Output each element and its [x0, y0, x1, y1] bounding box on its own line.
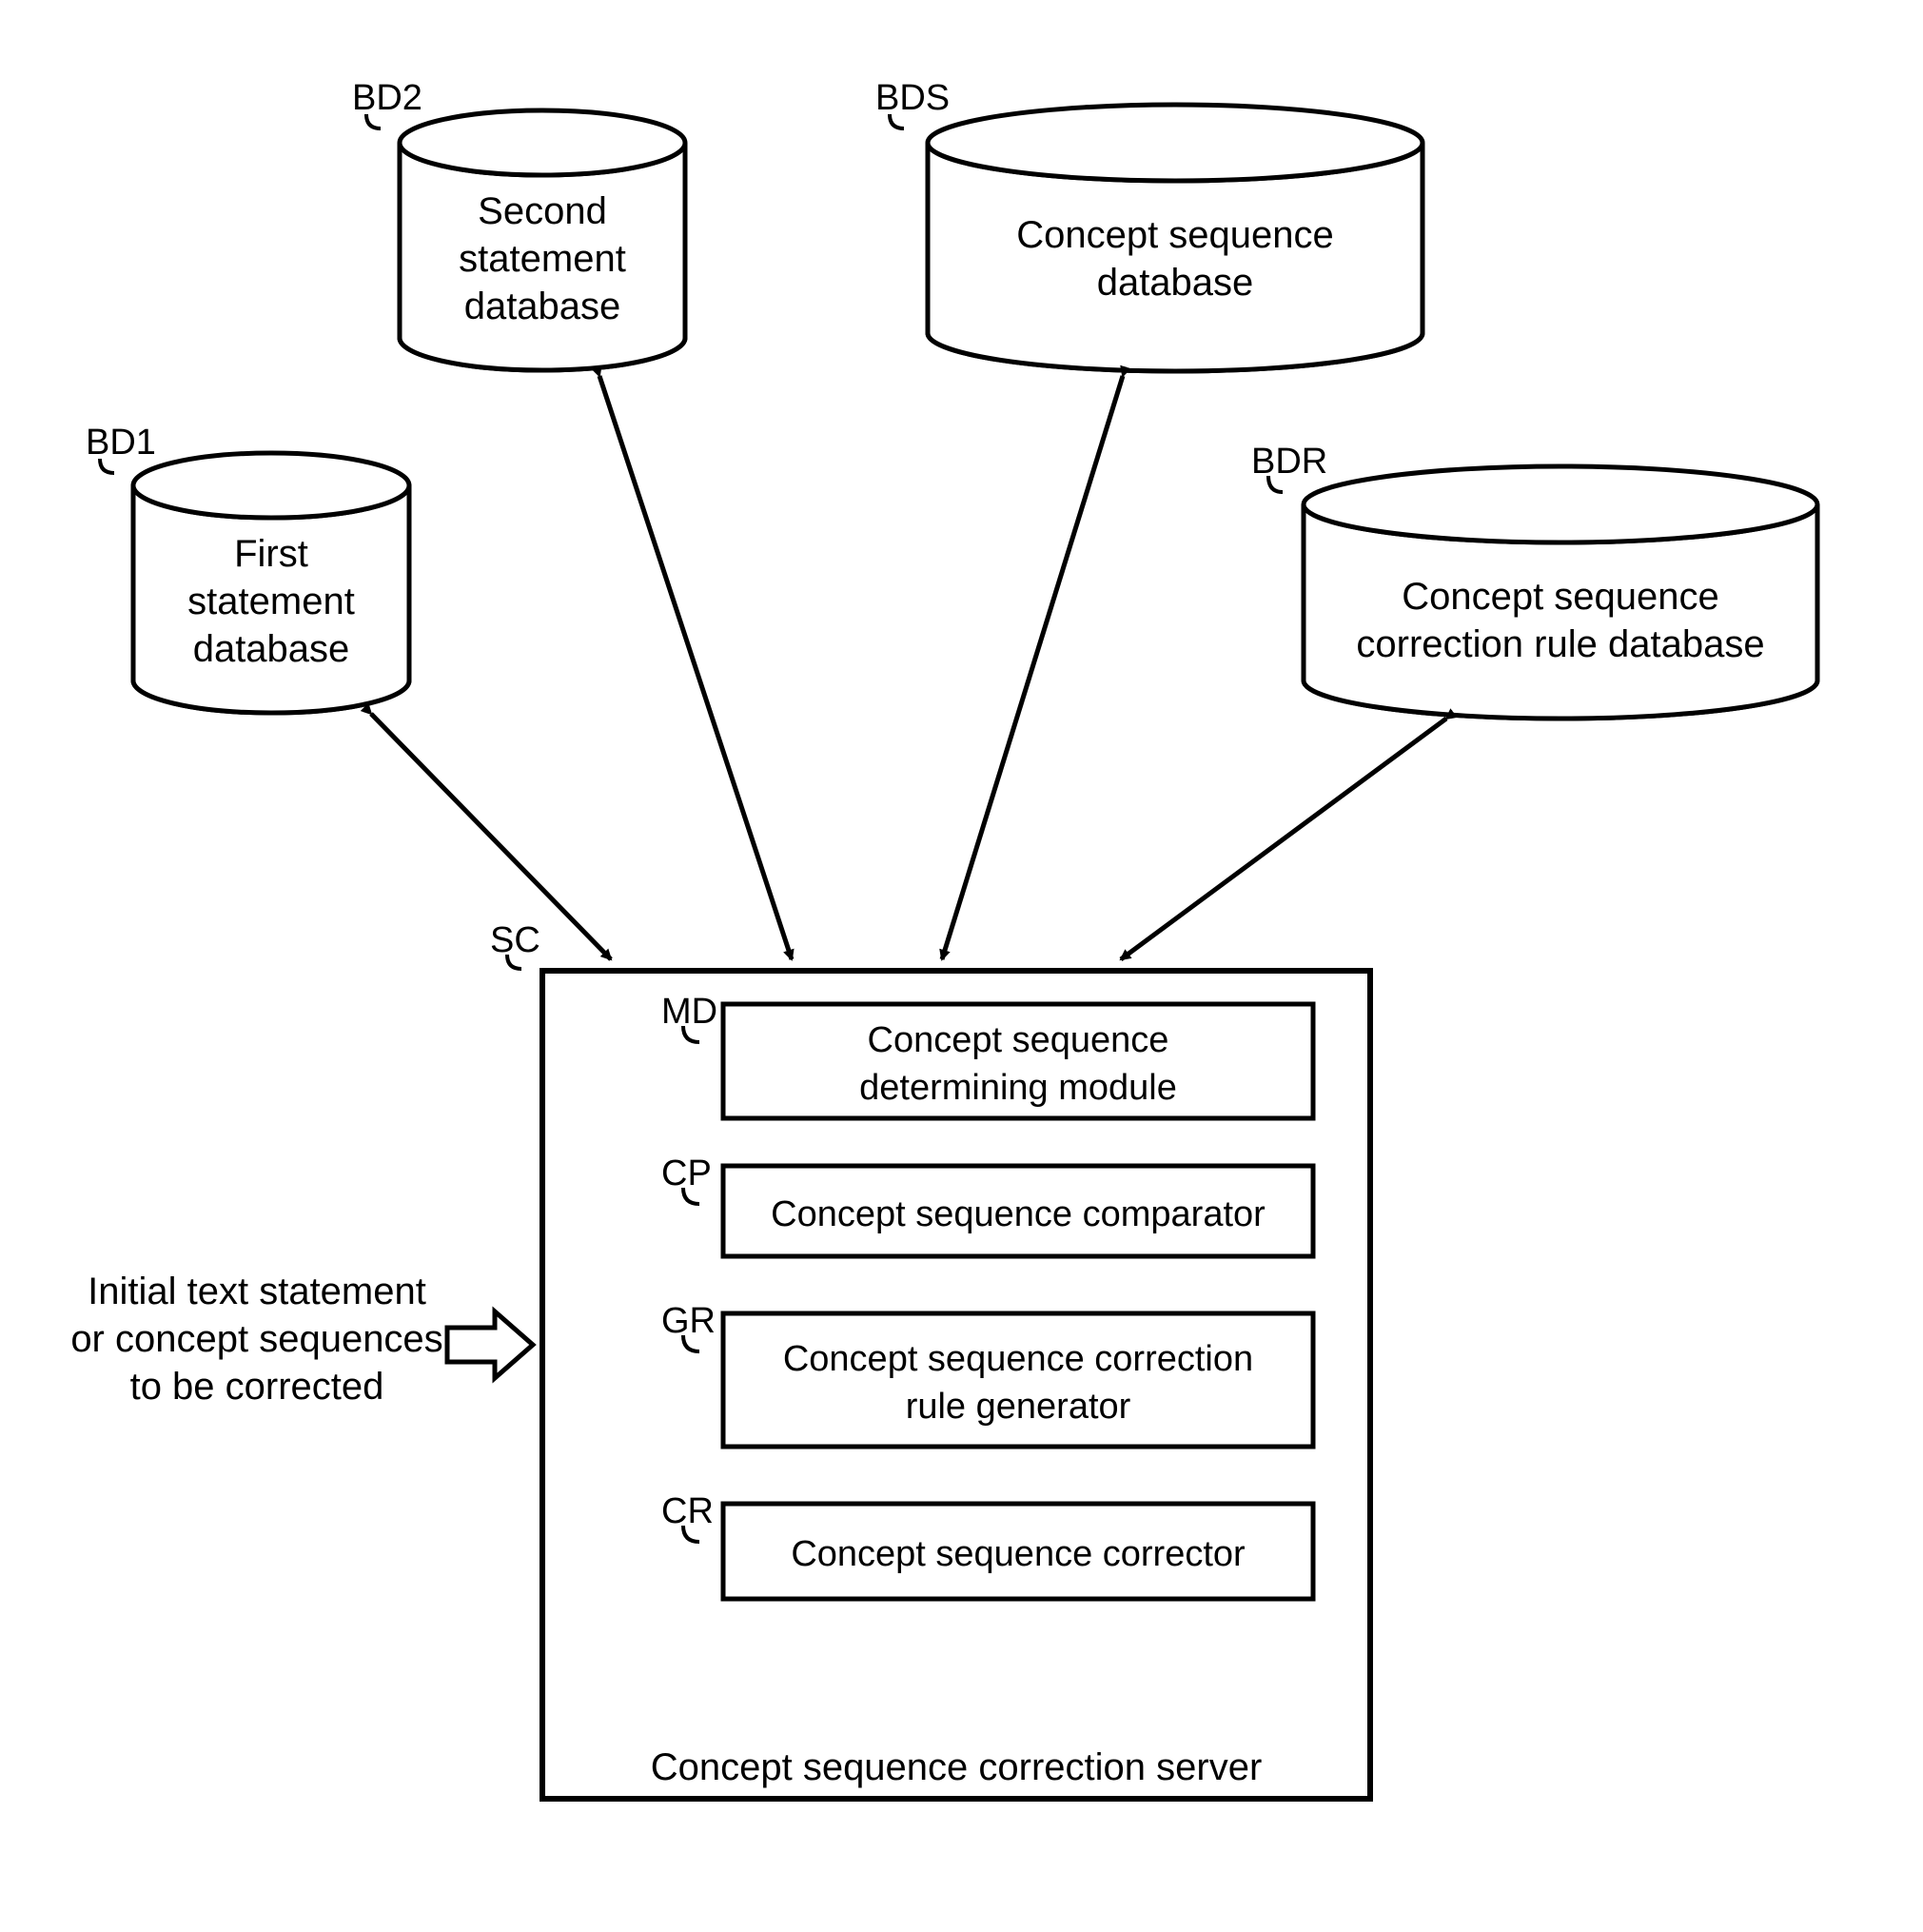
bds-line2: database	[1097, 262, 1254, 304]
bd1-tag: BD1	[86, 423, 156, 463]
bds-line1: Concept sequence	[1016, 214, 1334, 256]
module-gr: GR Concept sequence correction rule gene…	[661, 1301, 1313, 1447]
cr-line1: Concept sequence corrector	[791, 1534, 1246, 1574]
input-line2: or concept sequences	[70, 1318, 442, 1360]
input-line3: to be corrected	[130, 1366, 384, 1408]
module-cr: CR Concept sequence corrector	[661, 1491, 1313, 1599]
database-bds: BDS Concept sequence database	[875, 78, 1423, 371]
bd2-line3: database	[464, 286, 621, 327]
bdr-line1: Concept sequence	[1402, 576, 1719, 618]
cr-tag: CR	[661, 1491, 714, 1531]
md-line1: Concept sequence	[868, 1020, 1169, 1060]
gr-tag: GR	[661, 1301, 716, 1341]
diagram-root: BD2 Second statement database BDS Concep…	[0, 0, 1923, 1932]
cp-tag: CP	[661, 1153, 712, 1193]
bd1-line1: First	[234, 533, 308, 575]
server-box: SC Concept sequence correction server MD…	[490, 920, 1370, 1799]
bd2-line2: statement	[459, 238, 626, 280]
bd1-line3: database	[193, 628, 350, 670]
module-cp: CP Concept sequence comparator	[661, 1153, 1313, 1256]
bd2-tag: BD2	[352, 78, 422, 118]
database-bdr: BDR Concept sequence correction rule dat…	[1251, 442, 1817, 719]
bd2-line1: Second	[478, 190, 607, 232]
input-arrow	[447, 1311, 533, 1378]
md-tag: MD	[661, 992, 717, 1032]
input-label: Initial text statement or concept sequen…	[70, 1271, 442, 1408]
gr-line2: rule generator	[906, 1387, 1131, 1427]
server-tag: SC	[490, 920, 540, 960]
gr-line1: Concept sequence correction	[783, 1339, 1253, 1379]
server-title: Concept sequence correction server	[651, 1746, 1263, 1788]
database-bd1: BD1 First statement database	[86, 423, 409, 713]
bd1-line2: statement	[187, 581, 355, 622]
input-line1: Initial text statement	[88, 1271, 426, 1312]
bdr-tag: BDR	[1251, 442, 1327, 482]
md-line2: determining module	[859, 1068, 1177, 1108]
database-bd2: BD2 Second statement database	[352, 78, 685, 370]
module-md: MD Concept sequence determining module	[661, 992, 1313, 1118]
bds-tag: BDS	[875, 78, 950, 118]
cp-line1: Concept sequence comparator	[771, 1194, 1266, 1234]
bdr-line2: correction rule database	[1356, 623, 1764, 665]
